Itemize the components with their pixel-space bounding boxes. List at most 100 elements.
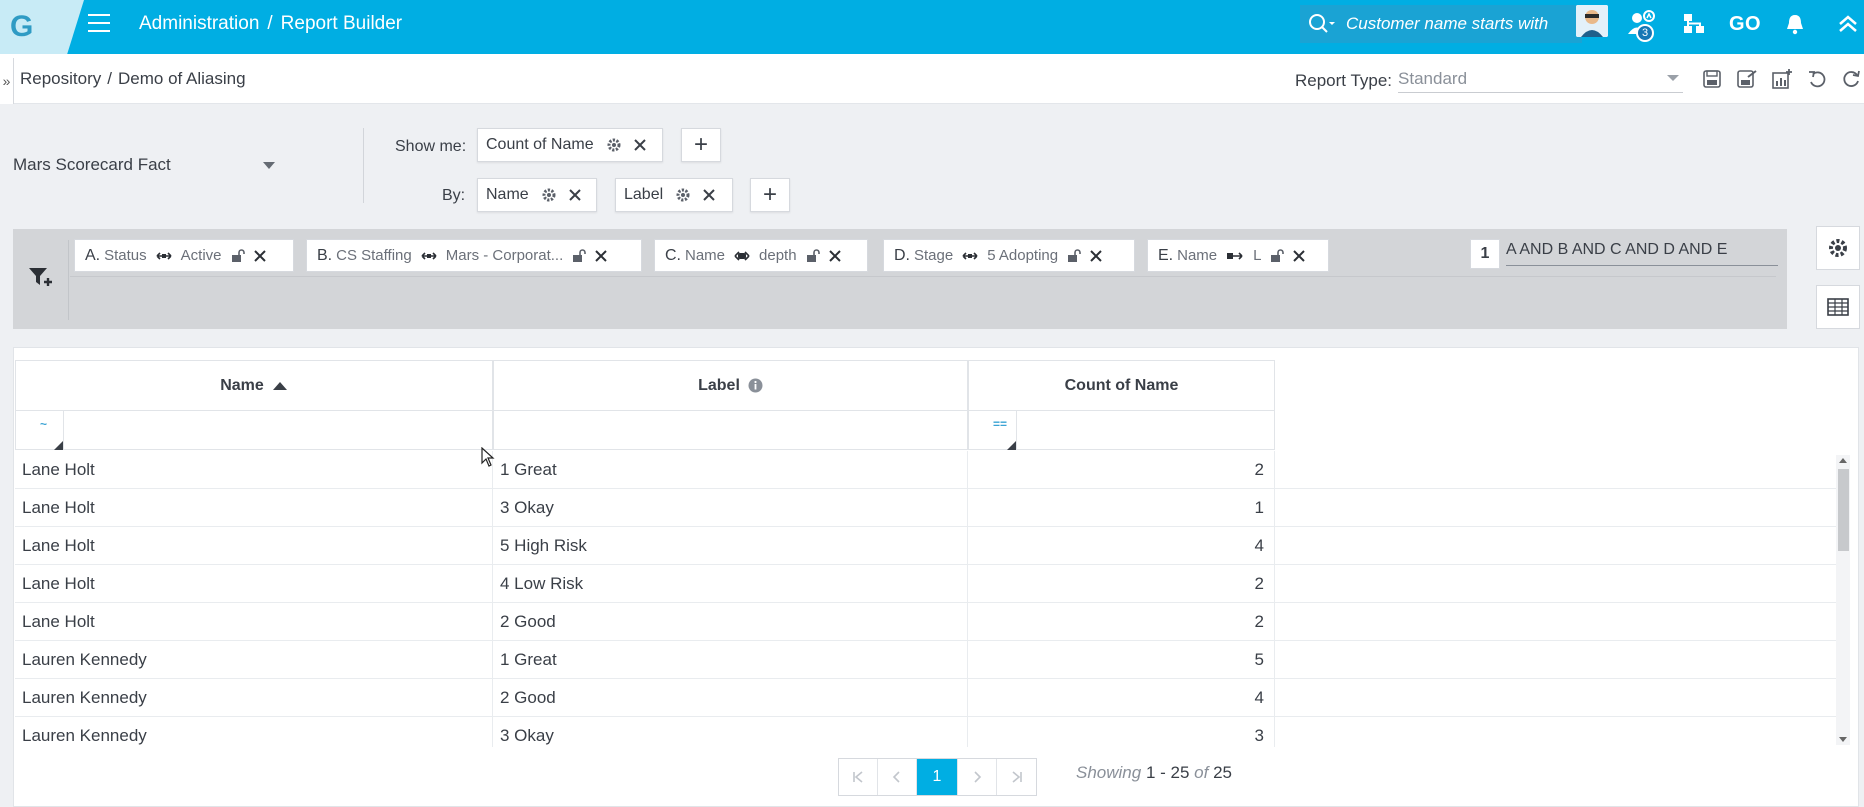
object-selector[interactable]: Mars Scorecard Fact [13,155,275,175]
close-icon[interactable] [253,249,266,262]
operator-icon [962,251,978,261]
column-header-count[interactable]: Count of Name [968,360,1275,410]
next-page-icon[interactable] [958,759,997,795]
go-button[interactable]: GO [1725,8,1765,40]
group-by-chip-label[interactable]: Label [615,178,733,212]
logic-number-badge: 1 [1470,239,1500,269]
table-row[interactable]: Lane Holt 4 Low Risk 2 [15,565,1841,603]
filter-chip-b[interactable]: B. CS Staffing Mars - Corporat... [306,239,642,272]
first-page-icon[interactable] [839,759,878,795]
filter-chip-a[interactable]: A. Status Active [74,239,294,272]
advanced-logic-input[interactable]: A AND B AND C AND D AND E [1506,241,1778,266]
label-cell: 5 High Risk [493,527,968,565]
name-cell: Lane Holt [15,451,493,489]
name-column-filter[interactable]: ~ [15,410,493,450]
table-row[interactable]: Lauren Kennedy 3 Okay 3 [15,717,1841,747]
scrollbar-thumb[interactable] [1838,469,1849,551]
filter-field: Name [1177,247,1218,264]
report-type-value: Standard [1398,69,1468,88]
column-header-label[interactable]: Label [493,360,968,410]
filter-chip-c[interactable]: C. Name depth [654,239,868,272]
table-row[interactable]: Lauren Kennedy 2 Good 4 [15,679,1841,717]
close-icon[interactable] [633,139,646,151]
gear-icon[interactable] [675,187,691,203]
table-view-button[interactable] [1816,285,1860,329]
table-row[interactable]: Lane Holt 3 Okay 1 [15,489,1841,527]
filter-field: Status [104,247,147,264]
add-to-dashboard-icon[interactable] [1769,66,1795,92]
close-icon[interactable] [568,189,581,201]
close-icon[interactable] [595,249,607,262]
scroll-up-icon[interactable] [1839,458,1847,463]
filter-chip-d[interactable]: D. Stage 5 Adopting [883,239,1135,272]
hamburger-menu-icon[interactable] [88,12,110,34]
table-row[interactable]: Lane Holt 2 Good 2 [15,603,1841,641]
count-column-filter[interactable]: == [968,410,1275,450]
dropdown-corner-icon [54,441,63,450]
refresh-icon[interactable] [1838,66,1864,92]
add-group-by-button[interactable]: + [750,178,790,212]
close-icon[interactable] [828,249,841,262]
unlock-icon[interactable] [806,248,820,263]
count-cell: 4 [968,527,1275,565]
breadcrumb-report-name: Demo of Aliasing [118,69,246,88]
group-by-chip-name[interactable]: Name [477,178,597,212]
bell-icon[interactable] [1779,8,1811,40]
filter-value: L [1253,247,1262,264]
report-type-dropdown[interactable]: Standard [1398,69,1684,93]
global-search[interactable]: Customer name starts with [1300,5,1582,43]
close-icon[interactable] [1090,249,1102,262]
settings-button[interactable] [1816,226,1860,270]
table-row[interactable]: Lauren Kennedy 1 Great 5 [15,641,1841,679]
filter-value: Mars - Corporat... [445,247,564,264]
table-scrollbar[interactable] [1836,455,1850,745]
filter-field: CS Staffing [336,247,412,264]
add-measure-button[interactable]: + [681,128,721,162]
count-cell: 2 [968,451,1275,489]
sort-ascending-icon[interactable] [272,381,288,391]
report-type-label: Report Type: [1295,71,1393,90]
scroll-down-icon[interactable] [1839,737,1847,742]
breadcrumb-administration[interactable]: Administration [139,13,259,35]
filter-value: 5 Adopting [987,247,1059,264]
page-1-button[interactable]: 1 [917,759,958,795]
table-icon [1827,298,1849,316]
filter-operator-select[interactable]: == [969,411,1017,450]
gear-icon[interactable] [606,137,622,153]
hierarchy-icon[interactable] [1678,8,1710,40]
divider [70,276,1776,277]
save-as-icon[interactable] [1734,66,1760,92]
close-icon[interactable] [703,189,715,201]
mouse-pointer-icon [481,446,495,472]
user-avatar[interactable] [1576,5,1608,37]
expand-panel-icon[interactable]: » [0,58,14,104]
previous-page-icon[interactable] [878,759,917,795]
table-row[interactable]: Lane Holt 5 High Risk 4 [15,527,1841,565]
collapse-up-icon[interactable] [1832,8,1864,40]
name-cell: Lane Holt [15,489,493,527]
divider [68,240,69,320]
unlock-icon[interactable] [1270,248,1285,263]
filter-operator-select[interactable]: ~ [16,411,64,450]
label-column-filter[interactable] [493,410,968,450]
breadcrumb-repository[interactable]: Repository [20,69,101,89]
top-breadcrumb: Administration / Report Builder [139,13,402,35]
column-header-name[interactable]: Name [15,360,493,410]
filter-chip-e[interactable]: E. Name L [1147,239,1329,272]
info-icon[interactable] [748,378,763,393]
unlock-icon[interactable] [1067,248,1081,263]
close-icon[interactable] [1293,249,1306,262]
chip-label: Count of Name [486,136,594,153]
undo-icon[interactable] [1804,66,1830,92]
last-page-icon[interactable] [997,759,1036,795]
save-icon[interactable] [1699,66,1725,92]
column-title: Label [698,376,740,394]
unlock-icon[interactable] [572,248,587,263]
table-row[interactable]: Lane Holt 1 Great 2 [15,451,1841,489]
measure-chip[interactable]: Count of Name [477,128,663,162]
unlock-icon[interactable] [231,248,245,263]
gear-icon[interactable] [541,187,557,203]
search-input[interactable]: Customer name starts with [1346,14,1548,34]
name-cell: Lane Holt [15,527,493,565]
add-filter-icon[interactable] [27,265,53,294]
